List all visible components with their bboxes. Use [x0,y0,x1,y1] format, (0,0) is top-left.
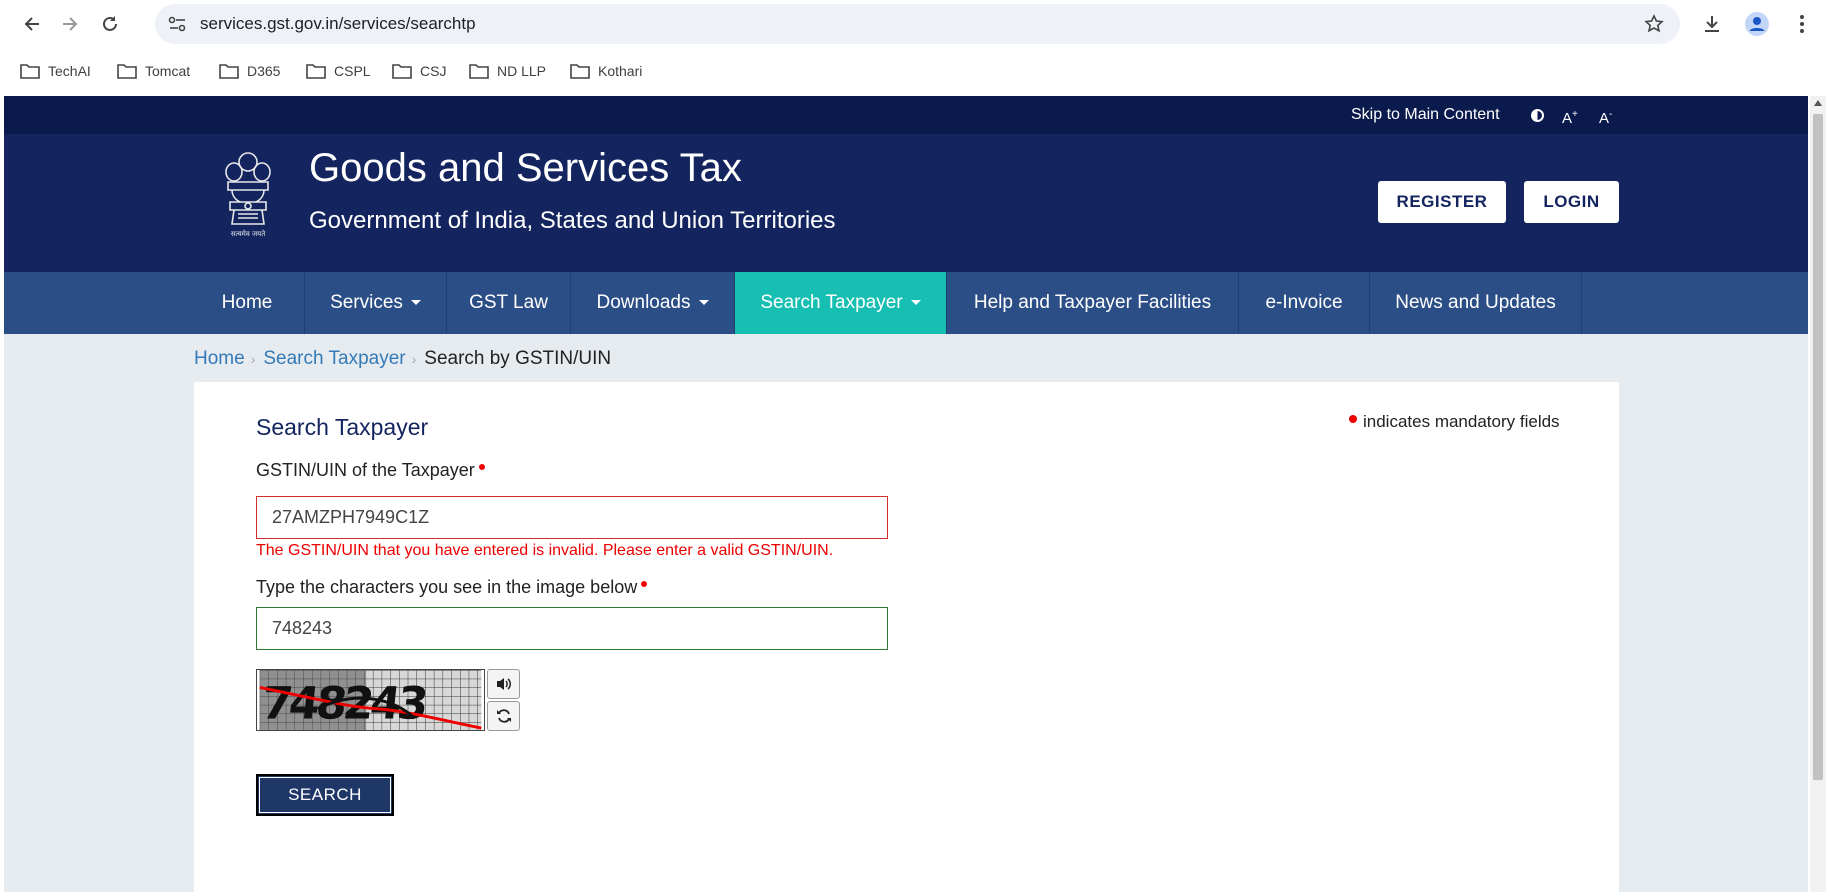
required-dot-icon [1349,415,1357,423]
bookmark-label: D365 [247,63,281,79]
nav-label: e-Invoice [1265,292,1343,313]
caret-down-icon [698,300,709,306]
site-header: सत्यमेव जयते Goods and Services Tax Gove… [4,134,1808,272]
gstin-label-text: GSTIN/UIN of the Taxpayer [256,460,475,480]
scroll-up-arrow-icon[interactable] [1814,100,1822,106]
nav-label: Help and Taxpayer Facilities [973,292,1212,313]
register-button[interactable]: REGISTER [1378,181,1506,223]
captcha-refresh-button[interactable] [487,701,520,731]
contrast-toggle-icon[interactable] [1531,109,1544,122]
bookmark-kothari[interactable]: Kothari [570,60,642,82]
bookmark-cspl[interactable]: CSPL [306,60,371,82]
captcha-input[interactable]: 748243 [256,607,888,650]
breadcrumb-search-taxpayer[interactable]: Search Taxpayer [263,348,405,369]
required-dot-icon [478,464,485,470]
page-viewport: Skip to Main Content A+ A- सत्यमेव जयते … [4,96,1808,892]
folder-icon [20,64,40,79]
bookmark-nd-llp[interactable]: ND LLP [469,60,546,82]
nav-label: Search Taxpayer [760,292,903,313]
refresh-icon [496,709,511,723]
folder-icon [219,64,239,79]
nav-label: GST Law [469,292,548,313]
site-title: Goods and Services Tax [309,146,742,190]
breadcrumb-home[interactable]: Home [194,348,245,369]
captcha-audio-button[interactable] [487,669,520,699]
accessibility-strip: Skip to Main Content A+ A- [4,96,1808,134]
scrollbar-thumb[interactable] [1813,114,1823,780]
caret-down-icon [910,300,921,306]
folder-icon [117,64,137,79]
bookmark-csj[interactable]: CSJ [392,60,446,82]
font-decrease-sup: - [1609,109,1613,120]
font-increase-button[interactable]: A+ [1562,96,1578,138]
mandatory-note-text: indicates mandatory fields [1363,412,1560,431]
bookmark-label: CSJ [420,63,447,79]
bookmarks-bar: TechAI Tomcat D365 CSPL CSJ ND LLP Kotha… [0,52,1826,88]
page-scrollbar[interactable] [1810,96,1826,892]
nav-label: Services [330,292,403,313]
font-increase-letter: A [1562,110,1573,127]
font-increase-sup: + [1572,109,1578,120]
bookmark-label: Tomcat [145,63,191,79]
bookmark-techai[interactable]: TechAI [20,60,91,82]
bookmark-tomcat[interactable]: Tomcat [117,60,190,82]
nav-label: News and Updates [1395,292,1556,313]
gstin-label: GSTIN/UIN of the Taxpayer [256,460,485,481]
captcha-label-text: Type the characters you see in the image… [256,577,638,597]
folder-icon [570,64,590,79]
site-info-icon[interactable] [167,14,189,34]
nav-help-taxpayer-facilities[interactable]: Help and Taxpayer Facilities [947,272,1239,334]
captcha-label: Type the characters you see in the image… [256,577,648,598]
folder-icon [392,64,412,79]
font-decrease-button[interactable]: A- [1599,96,1612,138]
search-button[interactable]: SEARCH [256,774,394,816]
form-title: Search Taxpayer [256,414,429,440]
bookmark-label: TechAI [48,63,91,79]
search-form-card: Search Taxpayer indicates mandatory fiel… [194,382,1619,892]
gstin-error-message: The GSTIN/UIN that you have entered is i… [256,542,834,559]
gstin-input[interactable]: 27AMZPH7949C1Z [256,496,888,539]
nav-downloads[interactable]: Downloads [571,272,735,334]
speaker-icon [496,678,511,690]
emblem-caption: सत्यमेव जयते [231,229,266,238]
required-dot-icon [641,581,648,587]
skip-to-main-link[interactable]: Skip to Main Content [1351,96,1500,134]
bookmark-d365[interactable]: D365 [219,60,280,82]
download-icon[interactable] [1698,10,1726,38]
folder-icon [306,64,326,79]
reload-icon[interactable] [96,10,124,38]
url-text: services.gst.gov.in/services/searchtp [200,14,476,33]
main-nav: Home Services GST Law Downloads Search T… [4,272,1808,334]
bookmark-star-icon[interactable] [1644,14,1664,34]
nav-label: Downloads [596,292,691,313]
site-subtitle: Government of India, States and Union Te… [309,207,836,234]
menu-kebab-icon[interactable] [1788,10,1816,38]
bookmark-label: CSPL [334,63,371,79]
captcha-image: 748243 [256,669,485,731]
profile-avatar-icon[interactable] [1743,10,1771,38]
caret-down-icon [410,300,421,306]
breadcrumb-separator-icon: › [250,351,256,367]
nav-home[interactable]: Home [190,272,305,334]
nav-label: Home [221,292,273,313]
nav-services[interactable]: Services [305,272,447,334]
breadcrumb-current: Search by GSTIN/UIN [424,348,612,369]
nav-e-invoice[interactable]: e-Invoice [1239,272,1370,334]
address-bar[interactable]: services.gst.gov.in/services/searchtp [155,4,1680,44]
breadcrumb: Home › Search Taxpayer › Search by GSTIN/UIN [194,346,611,372]
mandatory-note: indicates mandatory fields [1349,412,1560,432]
font-decrease-letter: A [1599,110,1610,127]
browser-toolbar: services.gst.gov.in/services/searchtp [0,0,1826,48]
bookmark-label: ND LLP [497,63,547,79]
nav-gst-law[interactable]: GST Law [447,272,571,334]
back-icon[interactable] [18,10,46,38]
login-button[interactable]: LOGIN [1524,181,1619,223]
national-emblem-icon[interactable]: सत्यमेव जयते [220,148,276,240]
bookmark-label: Kothari [598,63,643,79]
breadcrumb-separator-icon: › [411,351,417,367]
nav-news-updates[interactable]: News and Updates [1370,272,1582,334]
folder-icon [469,64,489,79]
nav-search-taxpayer[interactable]: Search Taxpayer [735,272,947,334]
forward-icon[interactable] [56,10,84,38]
